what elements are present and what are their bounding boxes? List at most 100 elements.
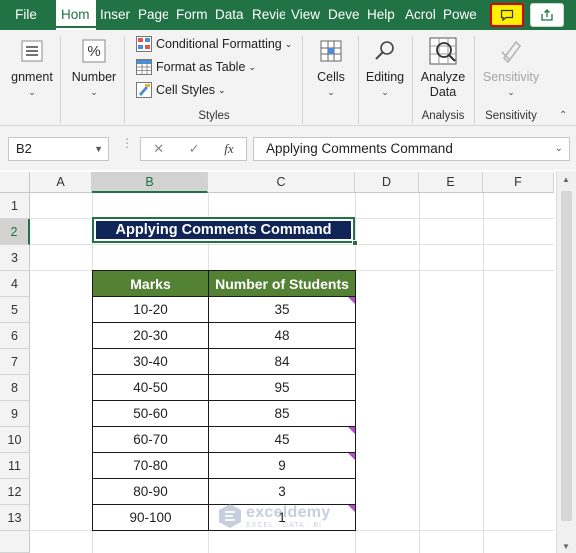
row-header[interactable]: 6 (0, 323, 30, 349)
worksheet-grid[interactable]: A B C D E F 1 2 3 4 5 6 7 8 9 10 11 12 1… (0, 170, 576, 553)
comment-indicator-icon[interactable] (348, 427, 355, 434)
students-value: 45 (274, 432, 290, 447)
marks-cell[interactable]: 30-40 (92, 348, 209, 375)
row-header[interactable]: 5 (0, 297, 30, 323)
row-header[interactable]: 11 (0, 453, 30, 479)
marks-cell[interactable]: 70-80 (92, 452, 209, 479)
tab-insert[interactable]: Inser (100, 0, 130, 30)
number-label: Number (71, 70, 117, 84)
table-header-row: Marks Number of Students (92, 270, 356, 297)
row-header[interactable] (0, 531, 30, 553)
analyze-data-button[interactable]: Analyze Data (416, 36, 470, 100)
comment-indicator-icon[interactable] (348, 297, 355, 304)
tab-power-pivot[interactable]: Powe (443, 0, 477, 30)
students-cell[interactable]: 95 (208, 374, 356, 401)
alignment-button[interactable]: gnment ⌄ (6, 36, 58, 98)
students-cell[interactable]: 35 (208, 296, 356, 323)
name-box[interactable]: B2 ▼ (8, 137, 109, 161)
tab-acrobat[interactable]: Acrol (405, 0, 439, 30)
row-header[interactable]: 7 (0, 349, 30, 375)
table-row: 50-60 85 (92, 400, 356, 427)
row-header[interactable]: 8 (0, 375, 30, 401)
comment-indicator-icon[interactable] (348, 505, 355, 512)
editing-button[interactable]: Editing ⌄ (362, 36, 408, 98)
cells-button[interactable]: Cells ⌄ (308, 36, 354, 98)
marks-cell[interactable]: 20-30 (92, 322, 209, 349)
tab-developer[interactable]: Deve (328, 0, 361, 30)
row-header[interactable]: 2 (0, 219, 30, 245)
conditional-formatting-button[interactable]: Conditional Formatting ⌄ (136, 34, 292, 54)
marks-cell[interactable]: 60-70 (92, 426, 209, 453)
marks-cell[interactable]: 10-20 (92, 296, 209, 323)
column-header-marks[interactable]: Marks (92, 270, 209, 297)
resize-handle-icon[interactable]: ⋮ (121, 137, 133, 149)
students-cell[interactable]: 3 (208, 478, 356, 505)
students-value: 95 (274, 380, 290, 395)
column-header[interactable]: F (483, 172, 554, 193)
students-cell[interactable]: 84 (208, 348, 356, 375)
name-box-value: B2 (16, 141, 32, 156)
format-as-table-button[interactable]: Format as Table ⌄ (136, 57, 256, 77)
select-all-corner[interactable] (0, 172, 30, 193)
expand-formula-icon[interactable]: ⌄ (555, 138, 563, 160)
students-value: 35 (274, 302, 290, 317)
column-header[interactable]: D (355, 172, 419, 193)
column-header[interactable]: A (30, 172, 92, 193)
ribbon: gnment ⌄ % Number ⌄ Conditional Formatti… (0, 30, 576, 126)
marks-cell[interactable]: 50-60 (92, 400, 209, 427)
cancel-icon[interactable]: ✕ (153, 141, 164, 157)
sensitivity-icon (496, 36, 526, 66)
students-cell[interactable]: 9 (208, 452, 356, 479)
number-format-button[interactable]: % Number ⌄ (66, 36, 122, 98)
row-header[interactable]: 12 (0, 479, 30, 505)
enter-icon[interactable]: ✓ (189, 141, 200, 157)
formula-input[interactable]: Applying Comments Command ⌄ (253, 137, 570, 161)
tab-review[interactable]: Revie (252, 0, 285, 30)
row-header[interactable]: 4 (0, 271, 30, 297)
comments-button[interactable] (490, 3, 524, 27)
tab-help[interactable]: Help (367, 0, 397, 30)
vertical-scrollbar[interactable]: ▲ ▼ (556, 171, 576, 553)
students-cell[interactable]: 48 (208, 322, 356, 349)
formula-value: Applying Comments Command (266, 141, 453, 156)
marks-cell[interactable]: 40-50 (92, 374, 209, 401)
sheet-title-cell[interactable]: Applying Comments Command (92, 217, 355, 243)
format-as-table-label: Format as Table (156, 60, 246, 74)
cell-styles-button[interactable]: Cell Styles ⌄ (136, 80, 226, 100)
students-cell[interactable]: 85 (208, 400, 356, 427)
analysis-group-label: Analysis (421, 110, 465, 122)
column-header[interactable]: E (419, 172, 483, 193)
tab-home[interactable]: Hom (56, 0, 96, 30)
column-header[interactable]: C (208, 172, 355, 193)
tab-page-layout[interactable]: Page (138, 0, 168, 30)
sensitivity-button[interactable]: Sensitivity ⌄ (480, 36, 542, 98)
tab-file[interactable]: File (8, 0, 44, 30)
collapse-ribbon-icon[interactable]: ⌃ (559, 110, 567, 121)
insert-function-icon[interactable]: fx (224, 141, 233, 157)
row-header[interactable]: 13 (0, 505, 30, 531)
column-header-number-of-students[interactable]: Number of Students (208, 270, 356, 297)
row-header[interactable]: 10 (0, 427, 30, 453)
chevron-down-icon: ⌄ (327, 87, 335, 97)
chevron-down-icon: ▼ (94, 144, 103, 154)
tab-view[interactable]: View (291, 0, 321, 30)
ribbon-tab-bar: File Hom Inser Page Form Data Revie View… (0, 0, 576, 30)
marks-cell[interactable]: 80-90 (92, 478, 209, 505)
row-header[interactable]: 9 (0, 401, 30, 427)
row-header[interactable]: 3 (0, 245, 30, 271)
scroll-down-icon[interactable]: ▼ (562, 542, 570, 551)
students-cell[interactable]: 45 (208, 426, 356, 453)
ribbon-separator (474, 36, 475, 124)
comment-indicator-icon[interactable] (348, 453, 355, 460)
fill-handle[interactable] (352, 240, 358, 246)
row-header[interactable]: 1 (0, 193, 30, 219)
tab-data[interactable]: Data (215, 0, 245, 30)
column-header[interactable]: B (92, 172, 208, 193)
scroll-up-icon[interactable]: ▲ (562, 175, 570, 184)
marks-cell[interactable]: 90-100 (92, 504, 209, 531)
tab-formulas[interactable]: Form (176, 0, 210, 30)
table-row: 60-70 45 (92, 426, 356, 453)
scrollbar-thumb[interactable] (561, 191, 572, 521)
chevron-down-icon: ⌄ (218, 85, 226, 95)
share-button[interactable] (530, 3, 564, 27)
